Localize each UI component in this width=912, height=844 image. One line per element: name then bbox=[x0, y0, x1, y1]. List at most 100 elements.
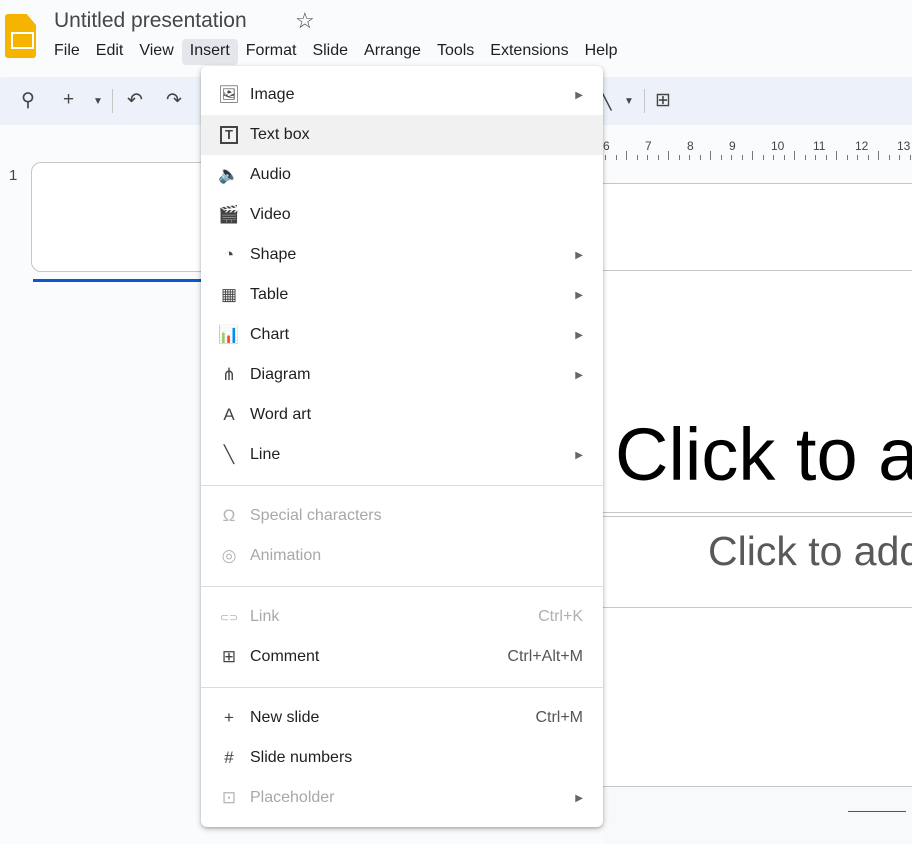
menu-item-new-slide[interactable]: + New slide Ctrl+M bbox=[201, 698, 603, 738]
ruler-tick bbox=[867, 155, 869, 160]
menu-item-label: Comment bbox=[250, 648, 320, 665]
menu-item-comment[interactable]: ⊞ Comment Ctrl+Alt+M bbox=[201, 637, 603, 677]
menu-item-label: Chart bbox=[250, 326, 290, 343]
submenu-arrow-icon: ▶ bbox=[575, 449, 583, 461]
speaker-notes-area[interactable] bbox=[603, 786, 912, 844]
ruler-tick bbox=[605, 155, 606, 160]
menu-item-link[interactable]: ⊂⊃ Link Ctrl+K bbox=[201, 597, 603, 637]
title-placeholder[interactable]: Click to a bbox=[615, 412, 912, 497]
video-icon: 🎬 bbox=[218, 205, 240, 224]
chevron-down-icon[interactable]: ▼ bbox=[624, 96, 634, 107]
undo-icon[interactable]: ↶ bbox=[127, 89, 143, 112]
placeholder-border bbox=[603, 607, 912, 608]
ruler-tick bbox=[689, 155, 690, 160]
menu-help[interactable]: Help bbox=[577, 39, 626, 65]
menu-insert[interactable]: Insert bbox=[181, 39, 238, 65]
menu-separator bbox=[201, 687, 603, 688]
menu-item-image[interactable]: 🖼 Image ▶ bbox=[201, 75, 603, 115]
ruler-tick bbox=[836, 151, 837, 160]
ruler-label: 10 bbox=[771, 139, 785, 153]
selection-indicator bbox=[33, 279, 203, 282]
ruler-tick bbox=[647, 155, 648, 160]
menu-item-label: Line bbox=[250, 446, 281, 463]
subtitle-placeholder[interactable]: Click to add bbox=[708, 528, 912, 575]
menu-item-label: Special characters bbox=[250, 507, 382, 524]
menu-item-slide-numbers[interactable]: # Slide numbers bbox=[201, 738, 603, 778]
ruler-tick bbox=[668, 151, 669, 160]
ruler-label: 9 bbox=[729, 139, 736, 153]
menu-item-text-box[interactable]: T Text box bbox=[201, 115, 603, 155]
ruler-tick bbox=[783, 155, 785, 160]
ruler-tick bbox=[710, 151, 711, 160]
chart-icon: 📊 bbox=[218, 325, 240, 344]
menu-item-label: Video bbox=[250, 206, 291, 223]
menu-format[interactable]: Format bbox=[238, 39, 305, 65]
menu-file[interactable]: File bbox=[46, 39, 88, 65]
add-comment-icon[interactable]: ⊞ bbox=[655, 89, 671, 112]
search-icon[interactable]: ⚲ bbox=[21, 89, 35, 112]
menu-item-chart[interactable]: 📊 Chart ▶ bbox=[201, 315, 603, 355]
menu-item-label: Image bbox=[250, 86, 295, 103]
insert-menu: 🖼 Image ▶ T Text box 🔈 Audio 🎬 Video ◔ Shape ▶ ▦ Tabl… bbox=[201, 66, 603, 827]
chevron-down-icon[interactable]: ▼ bbox=[93, 96, 103, 107]
menu-item-label: Animation bbox=[250, 547, 322, 564]
diagram-icon: ⋔ bbox=[221, 365, 237, 384]
submenu-arrow-icon: ▶ bbox=[575, 369, 583, 381]
word-art-icon: A bbox=[223, 405, 235, 424]
ruler-label: 13 bbox=[897, 139, 911, 153]
ruler-tick bbox=[615, 155, 617, 160]
ruler-tick bbox=[752, 151, 753, 160]
menu-item-video[interactable]: 🎬 Video bbox=[201, 195, 603, 235]
menu-extensions[interactable]: Extensions bbox=[482, 39, 576, 65]
menu-edit[interactable]: Edit bbox=[88, 39, 132, 65]
menu-item-table[interactable]: ▦ Table ▶ bbox=[201, 275, 603, 315]
ruler-tick bbox=[626, 151, 627, 160]
shortcut-label: Ctrl+M bbox=[535, 709, 583, 726]
menu-item-label: Audio bbox=[250, 166, 291, 183]
ruler-tick bbox=[773, 155, 774, 160]
table-icon: ▦ bbox=[220, 285, 238, 304]
ruler-label: 12 bbox=[855, 139, 869, 153]
menu-item-special-characters[interactable]: Ω Special characters bbox=[201, 496, 603, 536]
document-title[interactable]: Untitled presentation bbox=[54, 9, 247, 33]
star-icon[interactable]: ☆ bbox=[295, 8, 315, 34]
menu-item-label: Diagram bbox=[250, 366, 311, 383]
slides-logo[interactable] bbox=[5, 14, 36, 58]
menu-item-animation[interactable]: ◎ Animation bbox=[201, 536, 603, 576]
ruler-tick bbox=[678, 155, 680, 160]
ruler-tick bbox=[909, 155, 911, 160]
menu-item-shape[interactable]: ◔ Shape ▶ bbox=[201, 235, 603, 275]
text-box-icon: T bbox=[220, 126, 238, 144]
plus-icon: + bbox=[224, 708, 234, 727]
hash-icon: # bbox=[224, 748, 234, 767]
menu-item-word-art[interactable]: A Word art bbox=[201, 395, 603, 435]
placeholder-border bbox=[603, 516, 912, 517]
placeholder-border bbox=[603, 270, 912, 271]
submenu-arrow-icon: ▶ bbox=[575, 289, 583, 301]
menu-arrange[interactable]: Arrange bbox=[356, 39, 429, 65]
ruler-tick bbox=[899, 155, 900, 160]
ruler-tick bbox=[804, 155, 806, 160]
menu-item-line[interactable]: ╲ Line ▶ bbox=[201, 435, 603, 475]
menu-item-label: Shape bbox=[250, 246, 297, 263]
redo-icon[interactable]: ↷ bbox=[166, 89, 182, 112]
menu-tools[interactable]: Tools bbox=[429, 39, 482, 65]
ruler-tick bbox=[794, 151, 795, 160]
menu-item-placeholder[interactable]: ⊡ Placeholder ▶ bbox=[201, 778, 603, 818]
new-slide-plus-icon[interactable]: + bbox=[63, 89, 74, 111]
menu-item-audio[interactable]: 🔈 Audio bbox=[201, 155, 603, 195]
ruler-tick bbox=[762, 155, 764, 160]
menu-item-label: Word art bbox=[250, 406, 312, 423]
notes-resize-handle[interactable] bbox=[848, 811, 906, 812]
shortcut-label: Ctrl+Alt+M bbox=[507, 648, 583, 665]
menu-item-diagram[interactable]: ⋔ Diagram ▶ bbox=[201, 355, 603, 395]
ruler-tick bbox=[731, 155, 732, 160]
ruler-tick bbox=[699, 155, 701, 160]
menu-view[interactable]: View bbox=[131, 39, 181, 65]
menu-slide[interactable]: Slide bbox=[304, 39, 356, 65]
toolbar-divider bbox=[112, 89, 113, 113]
menu-item-label: Link bbox=[250, 608, 280, 625]
menu-item-label: Slide numbers bbox=[250, 749, 353, 766]
ruler-tick bbox=[741, 155, 743, 160]
comment-add-icon: ⊞ bbox=[221, 647, 237, 666]
